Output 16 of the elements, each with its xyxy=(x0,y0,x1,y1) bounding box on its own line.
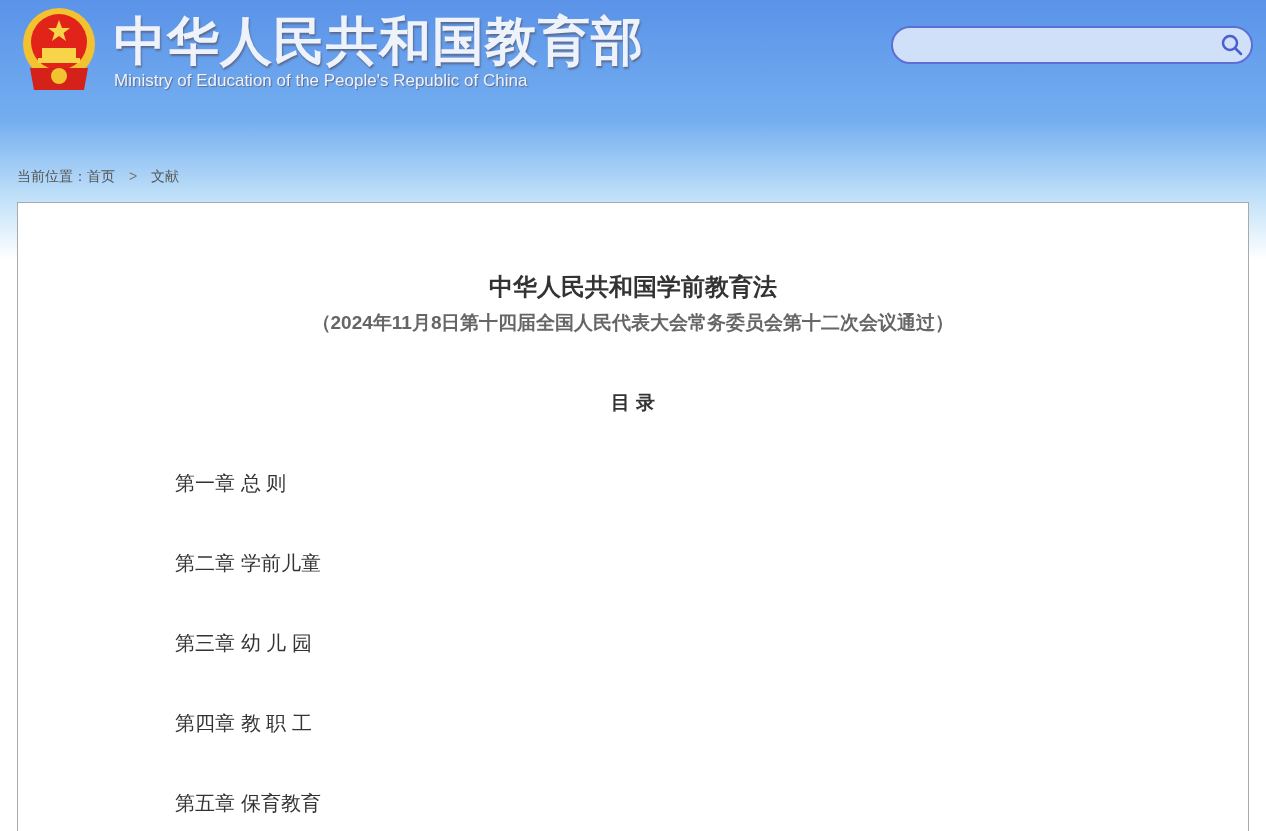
site-title: 中华人民共和国教育部 xyxy=(114,12,644,70)
breadcrumb-label: 当前位置： xyxy=(17,166,87,186)
document-subtitle: （2024年11月8日第十四届全国人民代表大会常务委员会第十二次会议通过） xyxy=(310,311,956,335)
document-title: 中华人民共和国学前教育法 xyxy=(488,272,778,302)
breadcrumb-current: 文献 xyxy=(151,166,180,186)
chapter-link[interactable]: 第一章 总 则 xyxy=(175,469,287,497)
chapter-link[interactable]: 第四章 教 职 工 xyxy=(175,709,312,737)
chapter-link[interactable]: 第二章 学前儿童 xyxy=(175,549,321,577)
breadcrumb-separator: > xyxy=(129,166,138,186)
search-field[interactable] xyxy=(891,26,1253,64)
toc-heading: 目 录 xyxy=(610,391,656,415)
breadcrumb-link[interactable]: 首页 xyxy=(87,165,115,187)
chapter-link[interactable]: 第五章 保育教育 xyxy=(175,789,321,817)
chapter-link[interactable]: 第三章 幼 儿 园 xyxy=(175,629,312,657)
site-subtitle: Ministry of Education of the People's Republic of China xyxy=(114,70,529,92)
search-icon[interactable] xyxy=(1221,34,1243,56)
